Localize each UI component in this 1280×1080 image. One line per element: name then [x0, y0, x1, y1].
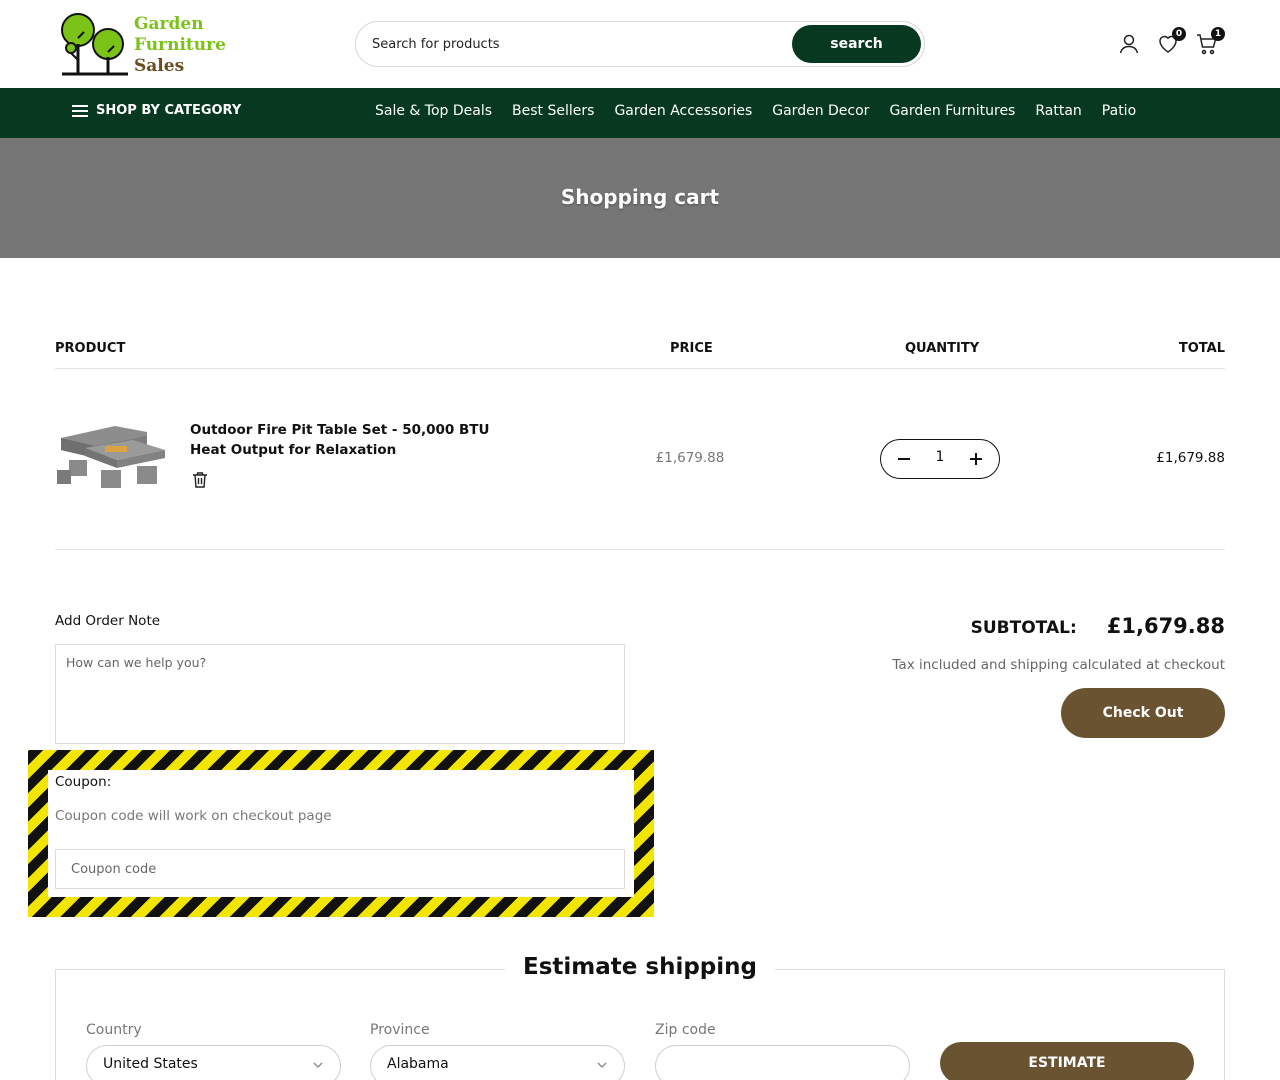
estimate-shipping-title-wrap: Estimate shipping — [0, 954, 1280, 980]
column-header-total: TOTAL — [1178, 341, 1225, 356]
zip-code-input[interactable] — [655, 1045, 910, 1080]
product-thumbnail[interactable] — [55, 420, 175, 498]
coupon-note: Coupon code will work on checkout page — [55, 808, 332, 824]
item-total: £1,679.88 — [1156, 450, 1225, 466]
subtotal-label: SUBTOTAL: — [970, 618, 1077, 638]
site-header: Garden Furniture Sales search 0 1 — [0, 0, 1280, 88]
minus-icon[interactable] — [895, 450, 913, 468]
trash-icon[interactable] — [190, 470, 210, 490]
main-nav: SHOP BY CATEGORY Sale & Top Deals Best S… — [0, 88, 1280, 138]
nav-link-garden-furnitures[interactable]: Garden Furnitures — [889, 103, 1015, 119]
quantity-value[interactable]: 1 — [921, 449, 959, 465]
zip-code-label: Zip code — [655, 1022, 716, 1038]
nav-link-rattan[interactable]: Rattan — [1035, 103, 1081, 119]
country-label: Country — [86, 1022, 142, 1038]
chevron-down-icon — [597, 1062, 607, 1068]
nav-link-best-sellers[interactable]: Best Sellers — [512, 103, 594, 119]
site-logo[interactable]: Garden Furniture Sales — [58, 10, 228, 80]
table-divider — [55, 549, 1225, 550]
nav-link-patio[interactable]: Patio — [1102, 103, 1136, 119]
column-header-quantity: QUANTITY — [905, 341, 980, 356]
item-price: £1,679.88 — [655, 450, 725, 466]
subtotal: SUBTOTAL: £1,679.88 — [971, 614, 1225, 638]
menu-icon — [72, 104, 88, 117]
search-input[interactable] — [372, 22, 792, 66]
checkout-button[interactable]: Check Out — [1061, 688, 1225, 738]
nav-link-garden-decor[interactable]: Garden Decor — [772, 103, 869, 119]
coupon-code-input[interactable] — [55, 849, 625, 889]
logo-wordmark: Garden Furniture Sales — [134, 14, 226, 77]
product-name-link[interactable]: Outdoor Fire Pit Table Set - 50,000 BTU … — [190, 420, 520, 460]
country-select[interactable]: United States — [86, 1045, 341, 1080]
logo-tree-icon — [61, 13, 128, 76]
estimate-shipping-title: Estimate shipping — [505, 954, 775, 980]
search-bar: search — [355, 21, 925, 67]
province-selected-value: Alabama — [387, 1056, 449, 1072]
province-label: Province — [370, 1022, 430, 1038]
coupon-label: Coupon: — [55, 774, 112, 790]
order-note-label: Add Order Note — [55, 613, 161, 629]
column-header-product: PRODUCT — [55, 341, 126, 356]
search-button[interactable]: search — [792, 25, 921, 63]
plus-icon[interactable] — [967, 450, 985, 468]
cart-count-badge: 1 — [1211, 27, 1225, 41]
logo-line-1: Garden — [134, 14, 204, 34]
shop-by-category-label: SHOP BY CATEGORY — [96, 103, 242, 118]
quantity-stepper: 1 — [880, 439, 1000, 479]
page-banner: Shopping cart — [0, 138, 1280, 258]
tax-note: Tax included and shipping calculated at … — [892, 657, 1225, 673]
province-select[interactable]: Alabama — [370, 1045, 625, 1080]
shop-by-category-button[interactable]: SHOP BY CATEGORY — [72, 103, 241, 118]
coupon-highlight-frame — [28, 750, 654, 917]
table-divider — [55, 368, 1225, 369]
wishlist-heart-icon[interactable]: 0 — [1156, 27, 1186, 56]
nav-links: Sale & Top Deals Best Sellers Garden Acc… — [375, 103, 1156, 119]
nav-link-sale-top-deals[interactable]: Sale & Top Deals — [375, 103, 492, 119]
subtotal-value: £1,679.88 — [1106, 614, 1225, 638]
nav-link-garden-accessories[interactable]: Garden Accessories — [614, 103, 752, 119]
page-title: Shopping cart — [560, 185, 720, 209]
logo-line-3: Sales — [134, 56, 185, 76]
estimate-button[interactable]: ESTIMATE — [940, 1042, 1194, 1080]
chevron-down-icon — [313, 1062, 323, 1068]
wishlist-count-badge: 0 — [1172, 27, 1186, 41]
logo-line-2: Furniture — [134, 35, 226, 55]
country-selected-value: United States — [103, 1056, 198, 1072]
account-icon[interactable] — [1117, 32, 1141, 56]
order-note-textarea[interactable] — [55, 644, 625, 744]
column-header-price: PRICE — [670, 341, 713, 356]
cart-icon[interactable]: 1 — [1195, 27, 1225, 56]
